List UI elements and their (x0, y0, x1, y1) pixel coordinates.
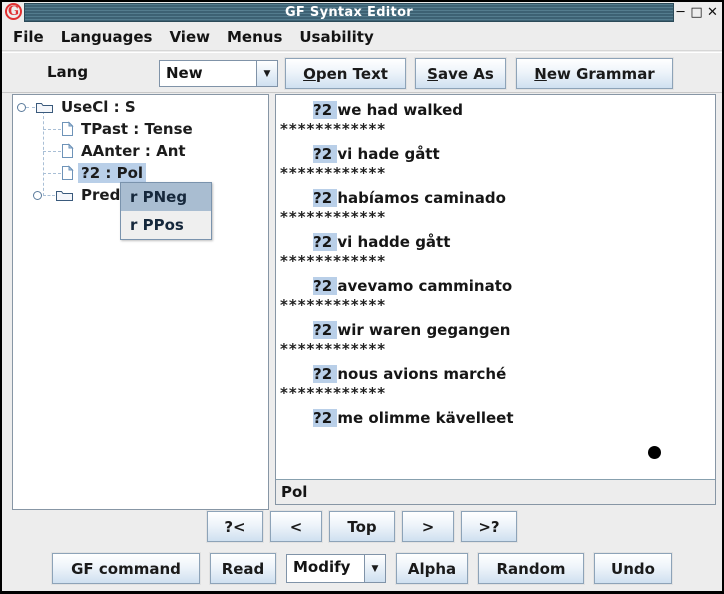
linearization-block: ?2 wir waren gegangen ************ (280, 319, 715, 363)
document-icon (61, 165, 74, 181)
linearization-textarea[interactable]: ?2 we had walked ************ ?2 vi hade… (276, 95, 715, 480)
command-row: GF command Read Modify ▼ Alpha Random Un… (2, 553, 722, 584)
separator-stars: ************ (280, 253, 715, 275)
next-node-button[interactable]: > (402, 511, 454, 542)
top-button[interactable]: Top (329, 511, 395, 542)
save-as-button[interactable]: Save As (415, 58, 506, 89)
metavariable-highlight[interactable]: ?2 (313, 277, 337, 295)
new-grammar-button[interactable]: New Grammar (516, 58, 673, 89)
lang-label: Lang (47, 53, 88, 92)
tree-node-tpast[interactable]: TPast : Tense (61, 118, 196, 140)
metavariable-highlight[interactable]: ?2 (313, 321, 337, 339)
separator-stars: ************ (280, 297, 715, 319)
menu-file[interactable]: File (13, 28, 44, 46)
tree-connector (26, 107, 35, 108)
document-icon (61, 121, 74, 137)
lang-combobox-value: New (159, 60, 256, 87)
read-button[interactable]: Read (210, 553, 276, 584)
linearization-block: ?2 vi hadde gått ************ (280, 231, 715, 275)
output-line: ?2 nous avions marché (280, 363, 715, 385)
undo-button[interactable]: Undo (594, 553, 672, 584)
document-icon (61, 143, 74, 159)
linearization-block: ?2 habíamos caminado ************ (280, 187, 715, 231)
status-bar: Pol (276, 480, 715, 504)
menu-menus[interactable]: Menus (227, 28, 282, 46)
metavariable-highlight[interactable]: ?2 (313, 409, 337, 427)
menu-usability[interactable]: Usability (299, 28, 373, 46)
output-line: ?2 avevamo camminato (280, 275, 715, 297)
prev-node-button[interactable]: < (270, 511, 322, 542)
output-line: ?2 wir waren gegangen (280, 319, 715, 341)
app-logo-icon: G (5, 3, 22, 20)
tree-connector (43, 129, 61, 130)
separator-stars: ************ (280, 209, 715, 231)
metavariable-highlight[interactable]: ?2 (313, 233, 337, 251)
gf-syntax-editor-window: G GF Syntax Editor ─ □ ✕ File Languages … (0, 0, 724, 594)
tree-connector (43, 111, 44, 196)
chevron-down-icon[interactable]: ▼ (364, 554, 386, 583)
separator-stars: ************ (280, 121, 715, 143)
metavariable-highlight[interactable]: ?2 (313, 101, 337, 119)
popup-item-pneg[interactable]: r PNeg (121, 183, 211, 211)
separator-stars: ************ (280, 165, 715, 187)
focused-category-label: Pol (281, 483, 307, 501)
output-line: ?2 we had walked (280, 99, 715, 121)
separator-stars: ************ (280, 385, 715, 407)
output-line: ?2 me olimme kävelleet (280, 407, 715, 429)
maximize-button[interactable]: □ (690, 2, 703, 23)
folder-icon (35, 100, 54, 114)
linearization-block: ?2 me olimme kävelleet (280, 407, 715, 451)
tree-node-usecl[interactable]: UseCl : S (35, 96, 139, 118)
menu-view[interactable]: View (169, 28, 210, 46)
collapse-handle-icon[interactable] (33, 191, 42, 200)
window-title: GF Syntax Editor (285, 5, 413, 20)
linearization-block: ?2 we had walked ************ (280, 99, 715, 143)
titlebar: G GF Syntax Editor ─ □ ✕ (2, 2, 722, 23)
output-line: ?2 habíamos caminado (280, 187, 715, 209)
linearization-panel: ?2 we had walked ************ ?2 vi hade… (275, 94, 716, 505)
output-line: ?2 vi hade gått (280, 143, 715, 165)
separator-stars: ************ (280, 341, 715, 363)
linearization-block: ?2 avevamo camminato ************ (280, 275, 715, 319)
modify-combobox[interactable]: Modify ▼ (286, 554, 386, 583)
navigation-row: ?< < Top > >? (2, 511, 722, 543)
linearization-block: ?2 nous avions marché ************ (280, 363, 715, 407)
syntax-tree-panel[interactable]: UseCl : S TPast : Tense AAnter : Ant ?2 … (12, 94, 269, 510)
modify-combobox-value: Modify (286, 554, 364, 583)
chevron-down-icon[interactable]: ▼ (256, 60, 278, 87)
folder-icon (55, 188, 74, 202)
metavariable-highlight[interactable]: ?2 (313, 145, 337, 163)
output-line: ?2 vi hadde gått (280, 231, 715, 253)
tree-node-pol-selected[interactable]: ?2 : Pol (61, 162, 146, 184)
metavariable-highlight[interactable]: ?2 (313, 365, 337, 383)
open-text-button[interactable]: Open Text (285, 58, 406, 89)
tree-connector (43, 173, 61, 174)
tree-connector (43, 195, 55, 196)
menu-bar: File Languages View Menus Usability (2, 24, 722, 51)
prev-metavariable-button[interactable]: ?< (207, 511, 263, 542)
refinement-popup-menu: r PNeg r PPos (120, 182, 212, 240)
tree-node-aanter[interactable]: AAnter : Ant (61, 140, 189, 162)
lang-combobox[interactable]: New ▼ (159, 60, 278, 87)
random-button[interactable]: Random (478, 553, 584, 584)
alpha-button[interactable]: Alpha (396, 553, 468, 584)
next-metavariable-button[interactable]: >? (461, 511, 517, 542)
popup-item-ppos[interactable]: r PPos (121, 211, 211, 239)
titlebar-stripe[interactable]: GF Syntax Editor (24, 3, 674, 22)
cursor-dot (648, 446, 661, 459)
gf-command-button[interactable]: GF command (52, 553, 200, 584)
expand-handle-icon[interactable] (17, 103, 26, 112)
menu-languages[interactable]: Languages (61, 28, 153, 46)
metavariable-highlight[interactable]: ?2 (313, 189, 337, 207)
minimize-button[interactable]: ─ (674, 2, 687, 23)
toolbar: Lang New ▼ Open Text Save As New Grammar (2, 52, 722, 93)
close-button[interactable]: ✕ (706, 2, 719, 23)
linearization-block: ?2 vi hade gått ************ (280, 143, 715, 187)
tree-connector (43, 151, 61, 152)
